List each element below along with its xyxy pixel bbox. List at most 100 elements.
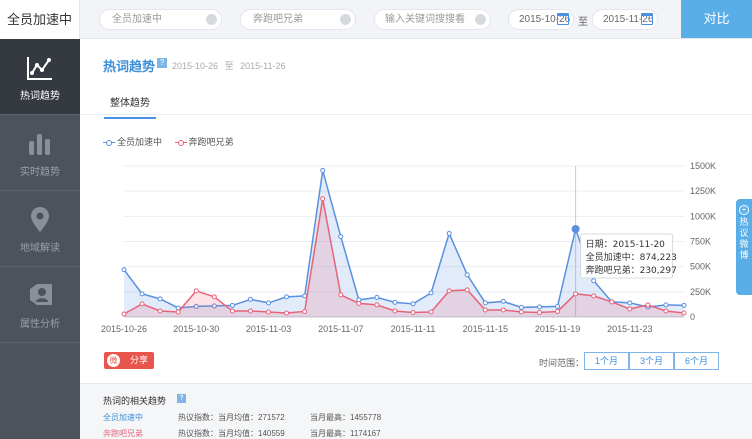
tooltip-text: 全员加速中：874,223 <box>586 251 677 263</box>
clear-keyword2-icon[interactable] <box>340 14 351 25</box>
data-point[interactable] <box>536 309 542 315</box>
data-point[interactable] <box>320 196 326 202</box>
clear-keyword1-icon[interactable] <box>206 14 217 25</box>
data-point[interactable] <box>663 308 669 314</box>
range-sep: 至 <box>224 61 234 71</box>
data-point[interactable] <box>157 308 163 314</box>
data-point[interactable] <box>320 167 326 173</box>
data-point[interactable] <box>374 294 380 300</box>
data-point[interactable] <box>247 308 253 314</box>
x-tick-label: 2015-11-03 <box>246 324 291 334</box>
data-point[interactable] <box>193 288 199 294</box>
data-point[interactable] <box>284 310 290 316</box>
data-point[interactable] <box>374 302 380 308</box>
data-point[interactable] <box>571 224 580 233</box>
sidebar-item-hot-trend[interactable]: 热词趋势 <box>0 39 80 115</box>
data-point[interactable] <box>573 291 579 297</box>
data-point[interactable] <box>428 290 434 296</box>
data-point[interactable] <box>536 304 542 310</box>
date-from-input[interactable]: 2015-10-26 <box>508 9 574 30</box>
tab-overall-trend[interactable]: 整体趋势 <box>104 94 156 119</box>
compare-button[interactable]: 对比 <box>681 0 752 38</box>
data-point[interactable] <box>410 301 416 307</box>
data-point[interactable] <box>464 272 470 278</box>
data-point[interactable] <box>229 302 235 308</box>
data-point[interactable] <box>446 230 452 236</box>
related-keyword[interactable]: 奔跑吧兄弟 <box>103 428 178 439</box>
data-point[interactable] <box>681 310 687 316</box>
keyword2-input[interactable]: 奔跑吧兄弟 <box>240 9 356 30</box>
data-point[interactable] <box>627 306 633 312</box>
data-point[interactable] <box>482 307 488 313</box>
data-point[interactable] <box>229 308 235 314</box>
sidebar-item-label: 属性分析 <box>20 319 60 330</box>
date-to-input[interactable]: 2015-11-26 <box>592 9 658 30</box>
range-3-month-button[interactable]: 3个月 <box>629 352 674 370</box>
data-point[interactable] <box>139 291 145 297</box>
data-point[interactable] <box>591 278 597 284</box>
data-point[interactable] <box>392 299 398 305</box>
share-button[interactable]: 微 分享 <box>104 352 154 369</box>
data-point[interactable] <box>446 288 452 294</box>
data-point[interactable] <box>175 309 181 315</box>
legend-item-series1[interactable]: 全员加速中 <box>103 135 162 148</box>
x-tick-label: 2015-11-07 <box>318 324 363 334</box>
data-point[interactable] <box>591 293 597 299</box>
keyword1-input[interactable]: 全员加速中 <box>99 9 222 30</box>
data-point[interactable] <box>266 300 272 306</box>
data-point[interactable] <box>121 311 127 317</box>
y-tick-label: 1250K <box>690 186 716 196</box>
data-point[interactable] <box>464 287 470 293</box>
data-point[interactable] <box>555 308 561 314</box>
related-keyword[interactable]: 全员加速中 <box>103 412 178 423</box>
hot-weibo-float-tab[interactable]: + 热议微博 <box>736 199 752 295</box>
data-point[interactable] <box>482 300 488 306</box>
data-point[interactable] <box>392 308 398 314</box>
trend-chart[interactable]: 0 250K 500K 750K 1000K 1250K 1500K 2015-10-26 20… <box>80 154 752 349</box>
data-point[interactable] <box>609 299 615 305</box>
sidebar-item-label: 热词趋势 <box>20 91 60 102</box>
data-point[interactable] <box>302 308 308 314</box>
data-point[interactable] <box>338 292 344 298</box>
data-point[interactable] <box>211 294 217 300</box>
data-point[interactable] <box>555 303 561 309</box>
range-6-month-button[interactable]: 6个月 <box>674 352 719 370</box>
data-point[interactable] <box>500 298 506 304</box>
data-point[interactable] <box>157 296 163 302</box>
tab-divider <box>80 114 752 115</box>
legend-label: 全员加速中 <box>117 137 163 147</box>
related-row: 全员加速中 热议指数：当月均值：271572 当月最高：1455778 <box>103 412 381 423</box>
data-point[interactable] <box>338 233 344 239</box>
clear-keyword3-icon[interactable] <box>475 14 486 25</box>
data-point[interactable] <box>266 309 272 315</box>
data-point[interactable] <box>518 309 524 315</box>
keyword3-input[interactable]: 输入关键词搜搜看 <box>374 9 491 30</box>
data-point[interactable] <box>410 309 416 315</box>
data-point[interactable] <box>139 301 145 307</box>
data-point[interactable] <box>247 296 253 302</box>
range-from: 2015-10-26 <box>172 61 219 71</box>
calendar-icon[interactable] <box>557 13 569 25</box>
plus-icon: + <box>739 205 749 215</box>
sidebar-item-realtime[interactable]: 实时趋势 <box>0 115 80 191</box>
trend-chart-icon <box>27 57 52 80</box>
data-point[interactable] <box>356 300 362 306</box>
range-to: 2015-11-26 <box>240 61 286 71</box>
data-point[interactable] <box>284 294 290 300</box>
help-icon[interactable]: ? <box>177 394 186 403</box>
data-point[interactable] <box>428 309 434 315</box>
data-point[interactable] <box>663 302 669 308</box>
legend-item-series2[interactable]: 奔跑吧兄弟 <box>174 135 234 148</box>
data-point[interactable] <box>500 307 506 313</box>
data-point[interactable] <box>121 267 127 273</box>
help-icon[interactable]: ? <box>157 58 167 68</box>
data-point[interactable] <box>645 302 651 308</box>
data-point[interactable] <box>681 302 687 308</box>
sidebar-item-region[interactable]: 地域解读 <box>0 191 80 267</box>
calendar-icon[interactable] <box>641 13 653 25</box>
data-point[interactable] <box>518 304 524 310</box>
sidebar-item-attributes[interactable]: 属性分析 <box>0 267 80 343</box>
data-point[interactable] <box>302 293 308 299</box>
range-1-month-button[interactable]: 1个月 <box>584 352 629 370</box>
data-point[interactable] <box>627 300 633 306</box>
